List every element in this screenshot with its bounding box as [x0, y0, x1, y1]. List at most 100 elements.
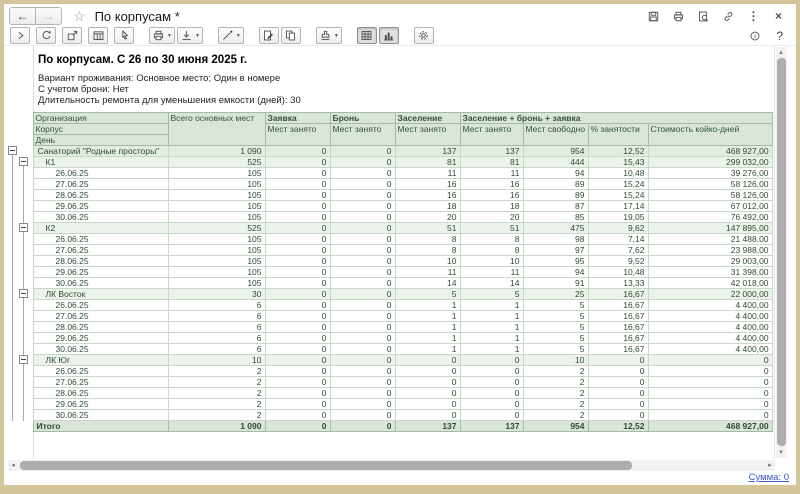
value-cell[interactable]: 1 [395, 311, 460, 322]
pointer-mode-button[interactable] [114, 27, 134, 44]
value-cell[interactable]: 0 [265, 278, 330, 289]
value-cell[interactable]: 2 [523, 388, 588, 399]
value-cell[interactable]: 0 [265, 245, 330, 256]
value-cell[interactable]: 2 [168, 388, 265, 399]
value-cell[interactable]: 0 [330, 234, 395, 245]
value-cell[interactable]: 16,67 [588, 289, 648, 300]
value-cell[interactable]: 16 [395, 179, 460, 190]
value-cell[interactable]: 98 [523, 234, 588, 245]
value-cell[interactable]: 15,24 [588, 179, 648, 190]
draw-border-button[interactable]: ▼ [218, 27, 244, 44]
format-button[interactable]: ▼ [316, 27, 342, 44]
value-cell[interactable]: 0 [395, 410, 460, 421]
value-cell[interactable]: 0 [330, 201, 395, 212]
value-cell[interactable]: 0 [330, 300, 395, 311]
value-cell[interactable]: 10 [460, 256, 523, 267]
value-cell[interactable]: 0 [330, 267, 395, 278]
value-cell[interactable]: 94 [523, 267, 588, 278]
forward-button[interactable]: → [35, 7, 62, 25]
value-cell[interactable]: 137 [395, 146, 460, 157]
value-cell[interactable]: 299 032,00 [648, 157, 772, 168]
value-cell[interactable]: 105 [168, 245, 265, 256]
value-cell[interactable]: 5 [523, 344, 588, 355]
value-cell[interactable]: 10 [168, 355, 265, 366]
value-cell[interactable]: 15,43 [588, 157, 648, 168]
value-cell[interactable]: 147 895,00 [648, 223, 772, 234]
value-cell[interactable]: 81 [460, 157, 523, 168]
value-cell[interactable]: 91 [523, 278, 588, 289]
value-cell[interactable]: 0 [330, 289, 395, 300]
column-header[interactable]: % занятости [588, 124, 648, 146]
value-cell[interactable]: 0 [265, 344, 330, 355]
value-cell[interactable]: 10,48 [588, 168, 648, 179]
value-cell[interactable]: 97 [523, 245, 588, 256]
value-cell[interactable]: 18 [460, 201, 523, 212]
column-header[interactable]: Организация [33, 113, 168, 124]
value-cell[interactable]: 58 126,00 [648, 190, 772, 201]
value-cell[interactable]: 0 [460, 366, 523, 377]
row-label-cell[interactable]: Итого [33, 421, 168, 432]
row-label-cell[interactable]: 29.06.25 [33, 201, 168, 212]
value-cell[interactable]: 0 [265, 223, 330, 234]
value-cell[interactable]: 0 [265, 311, 330, 322]
row-label-cell[interactable]: ЛК Юг [33, 355, 168, 366]
value-cell[interactable]: 12,52 [588, 146, 648, 157]
value-cell[interactable]: 6 [168, 311, 265, 322]
value-cell[interactable]: 13,33 [588, 278, 648, 289]
value-cell[interactable]: 87 [523, 201, 588, 212]
value-cell[interactable]: 12,52 [588, 421, 648, 432]
value-cell[interactable]: 31 398,00 [648, 267, 772, 278]
value-cell[interactable]: 0 [265, 388, 330, 399]
column-header[interactable]: Мест занято [330, 124, 395, 146]
horizontal-scroll-thumb[interactable] [20, 461, 632, 470]
value-cell[interactable]: 7,14 [588, 234, 648, 245]
value-cell[interactable]: 20 [460, 212, 523, 223]
value-cell[interactable]: 0 [330, 146, 395, 157]
value-cell[interactable]: 19,05 [588, 212, 648, 223]
copy-button[interactable] [281, 27, 301, 44]
column-header[interactable]: Стоимость койко-дней [648, 124, 772, 146]
scroll-left-icon[interactable]: ◂ [8, 460, 18, 471]
print-icon[interactable] [671, 9, 686, 24]
value-cell[interactable]: 954 [523, 146, 588, 157]
value-cell[interactable]: 42 018,00 [648, 278, 772, 289]
value-cell[interactable]: 22 000,00 [648, 289, 772, 300]
value-cell[interactable]: 16,67 [588, 311, 648, 322]
edit-button[interactable] [259, 27, 279, 44]
value-cell[interactable]: 1 [460, 300, 523, 311]
value-cell[interactable]: 105 [168, 278, 265, 289]
print-button[interactable]: ▼ [149, 27, 175, 44]
value-cell[interactable]: 0 [330, 410, 395, 421]
value-cell[interactable]: 0 [460, 355, 523, 366]
value-cell[interactable]: 137 [460, 146, 523, 157]
value-cell[interactable]: 0 [265, 333, 330, 344]
value-cell[interactable]: 67 012,00 [648, 201, 772, 212]
value-cell[interactable]: 16 [460, 179, 523, 190]
column-header[interactable]: Мест занято [265, 124, 330, 146]
value-cell[interactable]: 89 [523, 190, 588, 201]
value-cell[interactable]: 8 [395, 245, 460, 256]
value-cell[interactable]: 0 [330, 311, 395, 322]
value-cell[interactable]: 1 [460, 333, 523, 344]
value-cell[interactable]: 0 [460, 388, 523, 399]
value-cell[interactable]: 5 [395, 289, 460, 300]
value-cell[interactable]: 7,62 [588, 245, 648, 256]
value-cell[interactable]: 1 [460, 322, 523, 333]
value-cell[interactable]: 137 [395, 421, 460, 432]
value-cell[interactable]: 11 [395, 267, 460, 278]
value-cell[interactable]: 468 927,00 [648, 421, 772, 432]
value-cell[interactable]: 25 [523, 289, 588, 300]
value-cell[interactable]: 0 [265, 399, 330, 410]
value-cell[interactable]: 525 [168, 157, 265, 168]
value-cell[interactable]: 0 [330, 212, 395, 223]
value-cell[interactable]: 0 [395, 366, 460, 377]
value-cell[interactable]: 17,14 [588, 201, 648, 212]
value-cell[interactable]: 4 400,00 [648, 311, 772, 322]
value-cell[interactable]: 20 [395, 212, 460, 223]
vertical-scrollbar[interactable]: ▴ ▾ [776, 47, 787, 458]
value-cell[interactable]: 0 [330, 366, 395, 377]
collapse-group-button[interactable] [19, 355, 28, 364]
row-label-cell[interactable]: 28.06.25 [33, 388, 168, 399]
value-cell[interactable]: 0 [648, 355, 772, 366]
row-label-cell[interactable]: 26.06.25 [33, 234, 168, 245]
